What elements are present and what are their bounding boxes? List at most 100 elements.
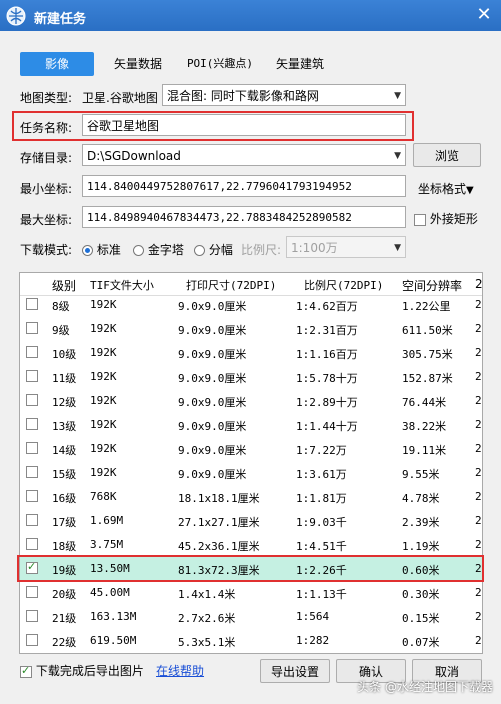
cell-level: 17级 bbox=[52, 516, 77, 529]
cell-extra: 2 bbox=[475, 586, 482, 599]
tab-imagery[interactable]: 影像 bbox=[20, 52, 94, 76]
tab-vector-building[interactable]: 矢量建筑 bbox=[268, 52, 332, 76]
cell-scale: 1:5.78十万 bbox=[296, 372, 358, 385]
row-checkbox[interactable] bbox=[26, 394, 38, 406]
cell-print: 9.0x9.0厘米 bbox=[178, 420, 247, 433]
row-checkbox[interactable] bbox=[26, 346, 38, 358]
row-checkbox[interactable] bbox=[26, 322, 38, 334]
table-row[interactable]: 22级 619.50M 5.3x5.1米 1:282 0.07米 2 bbox=[20, 629, 482, 653]
export-option[interactable]: 下载完成后导出图片 bbox=[20, 662, 144, 679]
cell-scale: 1:2.89十万 bbox=[296, 396, 358, 409]
map-type-value: 卫星.谷歌地图 bbox=[82, 91, 158, 105]
table-row[interactable]: 12级 192K 9.0x9.0厘米 1:2.89十万 76.44米 2 bbox=[20, 389, 482, 413]
close-icon[interactable]: ✕ bbox=[473, 4, 495, 26]
scale-select[interactable]: 1:100万 ▼ bbox=[286, 236, 406, 258]
tab-poi[interactable]: POI(兴趣点) bbox=[180, 52, 260, 76]
table-row[interactable]: 13级 192K 9.0x9.0厘米 1:1.44十万 38.22米 2 bbox=[20, 413, 482, 437]
min-coord-input[interactable]: 114.8400449752807617,22.7796041793194952 bbox=[82, 175, 406, 197]
mode-tile-option[interactable]: 分幅 bbox=[194, 241, 233, 258]
table-row[interactable]: 11级 192K 9.0x9.0厘米 1:5.78十万 152.87米 2 bbox=[20, 365, 482, 389]
task-name-input[interactable]: 谷歌卫星地图 bbox=[82, 114, 406, 136]
cell-size: 192K bbox=[90, 394, 117, 407]
cell-level: 20级 bbox=[52, 588, 77, 601]
cell-res: 38.22米 bbox=[402, 420, 447, 433]
cell-res: 1.22公里 bbox=[402, 300, 451, 313]
cell-res: 0.15米 bbox=[402, 612, 440, 625]
row-checkbox[interactable] bbox=[26, 466, 38, 478]
export-settings-button[interactable]: 导出设置 bbox=[260, 659, 330, 683]
cell-extra: 2 bbox=[475, 418, 482, 431]
cell-extra: 2 bbox=[475, 346, 482, 359]
row-checkbox[interactable] bbox=[26, 490, 38, 502]
cell-size: 192K bbox=[90, 322, 117, 335]
app-logo-icon bbox=[6, 6, 26, 26]
cell-scale: 1:9.03千 bbox=[296, 516, 347, 529]
header-resolution: 空间分辨率 bbox=[402, 279, 463, 293]
row-checkbox[interactable] bbox=[26, 586, 38, 598]
row-checkbox[interactable] bbox=[26, 610, 38, 622]
cell-extra: 2 bbox=[475, 322, 482, 335]
max-coord-label: 最大坐标: bbox=[20, 213, 73, 227]
row-checkbox[interactable] bbox=[26, 370, 38, 382]
row-checkbox[interactable] bbox=[26, 538, 38, 550]
table-row[interactable]: 18级 3.75M 45.2x36.1厘米 1:4.51千 1.19米 2 bbox=[20, 533, 482, 557]
header-scale: 比例尺(72DPI) bbox=[304, 279, 384, 292]
mode-pyramid-label: 金字塔 bbox=[147, 243, 184, 257]
table-row[interactable]: 21级 163.13M 2.7x2.6米 1:564 0.15米 2 bbox=[20, 605, 482, 629]
coord-format-menu[interactable]: 坐标格式▼ bbox=[418, 180, 474, 197]
table-row[interactable]: 10级 192K 9.0x9.0厘米 1:1.16百万 305.75米 2 bbox=[20, 341, 482, 365]
mode-pyramid-option[interactable]: 金字塔 bbox=[133, 241, 184, 258]
table-row[interactable]: 8级 192K 9.0x9.0厘米 1:4.62百万 1.22公里 2 bbox=[20, 293, 482, 317]
max-coord-input[interactable]: 114.8498940467834473,22.7883484252890582 bbox=[82, 206, 406, 228]
table-row[interactable]: 14级 192K 9.0x9.0厘米 1:7.22万 19.11米 2 bbox=[20, 437, 482, 461]
row-checkbox[interactable] bbox=[26, 298, 38, 310]
cell-level: 12级 bbox=[52, 396, 77, 409]
cell-print: 2.7x2.6米 bbox=[178, 612, 236, 625]
cell-level: 18级 bbox=[52, 540, 77, 553]
cell-level: 21级 bbox=[52, 612, 77, 625]
tab-vector-data[interactable]: 矢量数据 bbox=[106, 52, 170, 76]
cell-res: 0.30米 bbox=[402, 588, 440, 601]
cell-level: 10级 bbox=[52, 348, 77, 361]
table-row[interactable]: 16级 768K 18.1x18.1厘米 1:1.81万 4.78米 2 bbox=[20, 485, 482, 509]
cell-scale: 1:4.51千 bbox=[296, 540, 347, 553]
cell-size: 45.00M bbox=[90, 586, 130, 599]
row-checkbox[interactable] bbox=[26, 514, 38, 526]
bbox-checkbox[interactable] bbox=[414, 213, 426, 226]
download-mode-label: 下载模式: bbox=[20, 243, 73, 257]
row-checkbox[interactable] bbox=[26, 634, 38, 646]
cell-level: 15级 bbox=[52, 468, 77, 481]
mode-tile-radio[interactable] bbox=[194, 245, 205, 256]
mode-pyramid-radio[interactable] bbox=[133, 245, 144, 256]
help-link[interactable]: 在线帮助 bbox=[156, 662, 204, 679]
row-checkbox[interactable] bbox=[26, 442, 38, 454]
table-row[interactable]: 20级 45.00M 1.4x1.4米 1:1.13千 0.30米 2 bbox=[20, 581, 482, 605]
table-row[interactable]: 15级 192K 9.0x9.0厘米 1:3.61万 9.55米 2 bbox=[20, 461, 482, 485]
browse-button[interactable]: 浏览 bbox=[413, 143, 481, 167]
cell-size: 768K bbox=[90, 490, 117, 503]
cell-scale: 1:1.81万 bbox=[296, 492, 347, 505]
cell-size: 163.13M bbox=[90, 610, 137, 623]
cell-res: 305.75米 bbox=[402, 348, 453, 361]
cell-level: 8级 bbox=[52, 300, 70, 313]
export-checkbox[interactable] bbox=[20, 664, 32, 678]
bbox-option[interactable]: 外接矩形 bbox=[414, 210, 478, 227]
title-bar: 新建任务 ✕ bbox=[0, 0, 501, 31]
map-mode-select[interactable]: 混合图: 同时下载影像和路网 ▼ bbox=[162, 84, 406, 106]
mode-standard-option[interactable]: 标准 bbox=[82, 241, 121, 258]
cell-size: 192K bbox=[90, 418, 117, 431]
window-title: 新建任务 bbox=[34, 12, 87, 27]
storage-select[interactable]: D:\SGDownload ▼ bbox=[82, 144, 406, 166]
table-row[interactable]: 9级 192K 9.0x9.0厘米 1:2.31百万 611.50米 2 bbox=[20, 317, 482, 341]
cell-print: 9.0x9.0厘米 bbox=[178, 300, 247, 313]
mode-standard-radio[interactable] bbox=[82, 245, 93, 256]
cell-scale: 1:282 bbox=[296, 634, 330, 647]
cell-level: 9级 bbox=[52, 324, 70, 337]
table-row[interactable]: 17级 1.69M 27.1x27.1厘米 1:9.03千 2.39米 2 bbox=[20, 509, 482, 533]
chevron-down-icon: ▼ bbox=[394, 151, 401, 161]
row-checkbox[interactable] bbox=[26, 418, 38, 430]
cell-scale: 1:1.16百万 bbox=[296, 348, 358, 361]
header-print-size: 打印尺寸(72DPI) bbox=[186, 279, 277, 292]
cell-res: 152.87米 bbox=[402, 372, 453, 385]
cell-print: 9.0x9.0厘米 bbox=[178, 468, 247, 481]
